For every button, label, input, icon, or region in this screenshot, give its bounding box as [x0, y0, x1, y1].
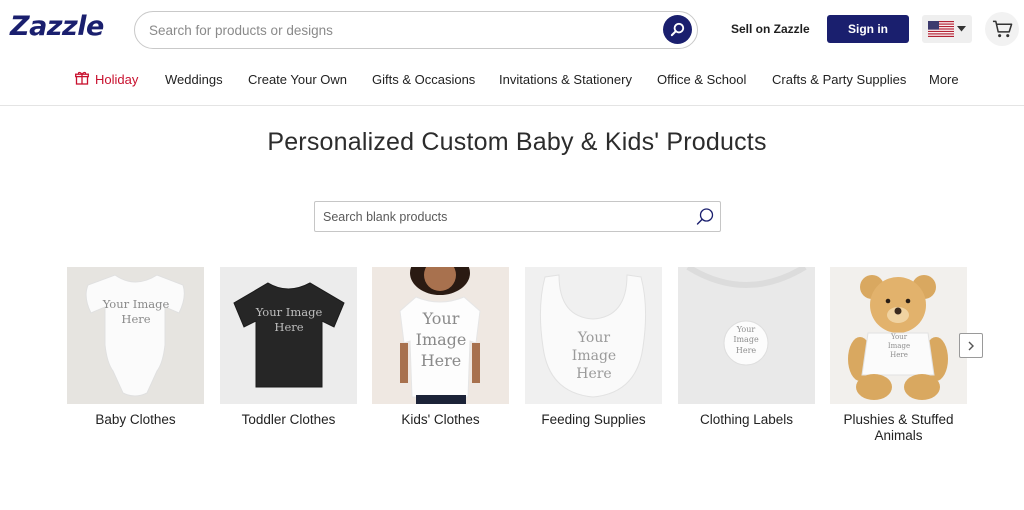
nav-crafts-party-supplies[interactable]: Crafts & Party Supplies [772, 72, 906, 87]
nav-more[interactable]: More [929, 72, 959, 87]
country-selector[interactable] [922, 15, 972, 43]
sell-on-zazzle-link[interactable]: Sell on Zazzle [731, 22, 810, 36]
onesie-illustration [85, 274, 185, 397]
nav-create-your-own[interactable]: Create Your Own [248, 72, 347, 87]
us-flag-icon [928, 21, 954, 37]
image-placeholder-text: Your Image Here [415, 309, 467, 370]
sign-in-button[interactable]: Sign in [827, 15, 909, 43]
category-label[interactable]: Toddler Clothes [220, 412, 357, 428]
plushies-image[interactable]: Your Image Here [830, 267, 967, 404]
black-tshirt-illustration [233, 282, 345, 388]
nav-gifts-occasions[interactable]: Gifts & Occasions [372, 72, 475, 87]
category-label[interactable]: Kids' Clothes [372, 412, 509, 428]
image-placeholder-text: Your Image Here [571, 330, 617, 383]
category-label[interactable]: Clothing Labels [678, 412, 815, 428]
site-header: Zazzle Sell on Zazzle Sign in [0, 0, 1024, 58]
baby-clothes-image[interactable]: Your Image Here [67, 267, 204, 404]
category-label[interactable]: Feeding Supplies [525, 412, 662, 428]
zazzle-logo[interactable]: Zazzle [10, 11, 104, 42]
category-card-plushies-stuffed-animals[interactable]: Your Image Here Plushies & Stuffed Anima… [830, 267, 967, 444]
category-card-kids-clothes[interactable]: Your Image Here Kids' Clothes [372, 267, 509, 428]
category-card-feeding-supplies[interactable]: Your Image Here Feeding Supplies [525, 267, 662, 428]
toddler-clothes-image[interactable]: Your Image Here [220, 267, 357, 404]
blank-products-search [314, 201, 721, 232]
nav-holiday[interactable]: Holiday [95, 72, 138, 87]
carousel-next-button[interactable] [959, 333, 983, 358]
cart-icon [992, 20, 1012, 38]
clothing-labels-image[interactable]: Your Image Here [678, 267, 815, 404]
category-label[interactable]: Plushies & Stuffed Animals [830, 412, 967, 444]
gift-icon [75, 71, 89, 85]
nav-weddings[interactable]: Weddings [165, 72, 223, 87]
category-label[interactable]: Baby Clothes [67, 412, 204, 428]
image-placeholder-text: Your Image Here [255, 305, 323, 334]
category-card-toddler-clothes[interactable]: Your Image Here Toddler Clothes [220, 267, 357, 428]
page-title: Personalized Custom Baby & Kids' Product… [267, 128, 767, 156]
search-icon[interactable] [695, 207, 715, 227]
main-search-bar [134, 11, 698, 49]
category-nav: Holiday Weddings Create Your Own Gifts &… [0, 58, 1024, 106]
image-placeholder-text: Your Image Here [102, 297, 170, 326]
chevron-right-icon [968, 341, 974, 350]
main-search-input[interactable] [149, 12, 659, 48]
category-card-baby-clothes[interactable]: Your Image Here Baby Clothes [67, 267, 204, 428]
kids-clothes-image[interactable]: Your Image Here [372, 267, 509, 404]
blank-products-search-input[interactable] [323, 202, 683, 231]
chevron-down-icon [957, 26, 966, 32]
nav-invitations-stationery[interactable]: Invitations & Stationery [499, 72, 632, 87]
category-card-clothing-labels[interactable]: Your Image Here Clothing Labels [678, 267, 815, 428]
feeding-supplies-image[interactable]: Your Image Here [525, 267, 662, 404]
search-icon [670, 22, 685, 37]
image-placeholder-text: Your Image Here [733, 325, 759, 355]
nav-office-school[interactable]: Office & School [657, 72, 746, 87]
image-placeholder-text: Your Image Here [887, 333, 911, 360]
cart-button[interactable] [985, 12, 1019, 46]
search-button[interactable] [663, 15, 692, 44]
